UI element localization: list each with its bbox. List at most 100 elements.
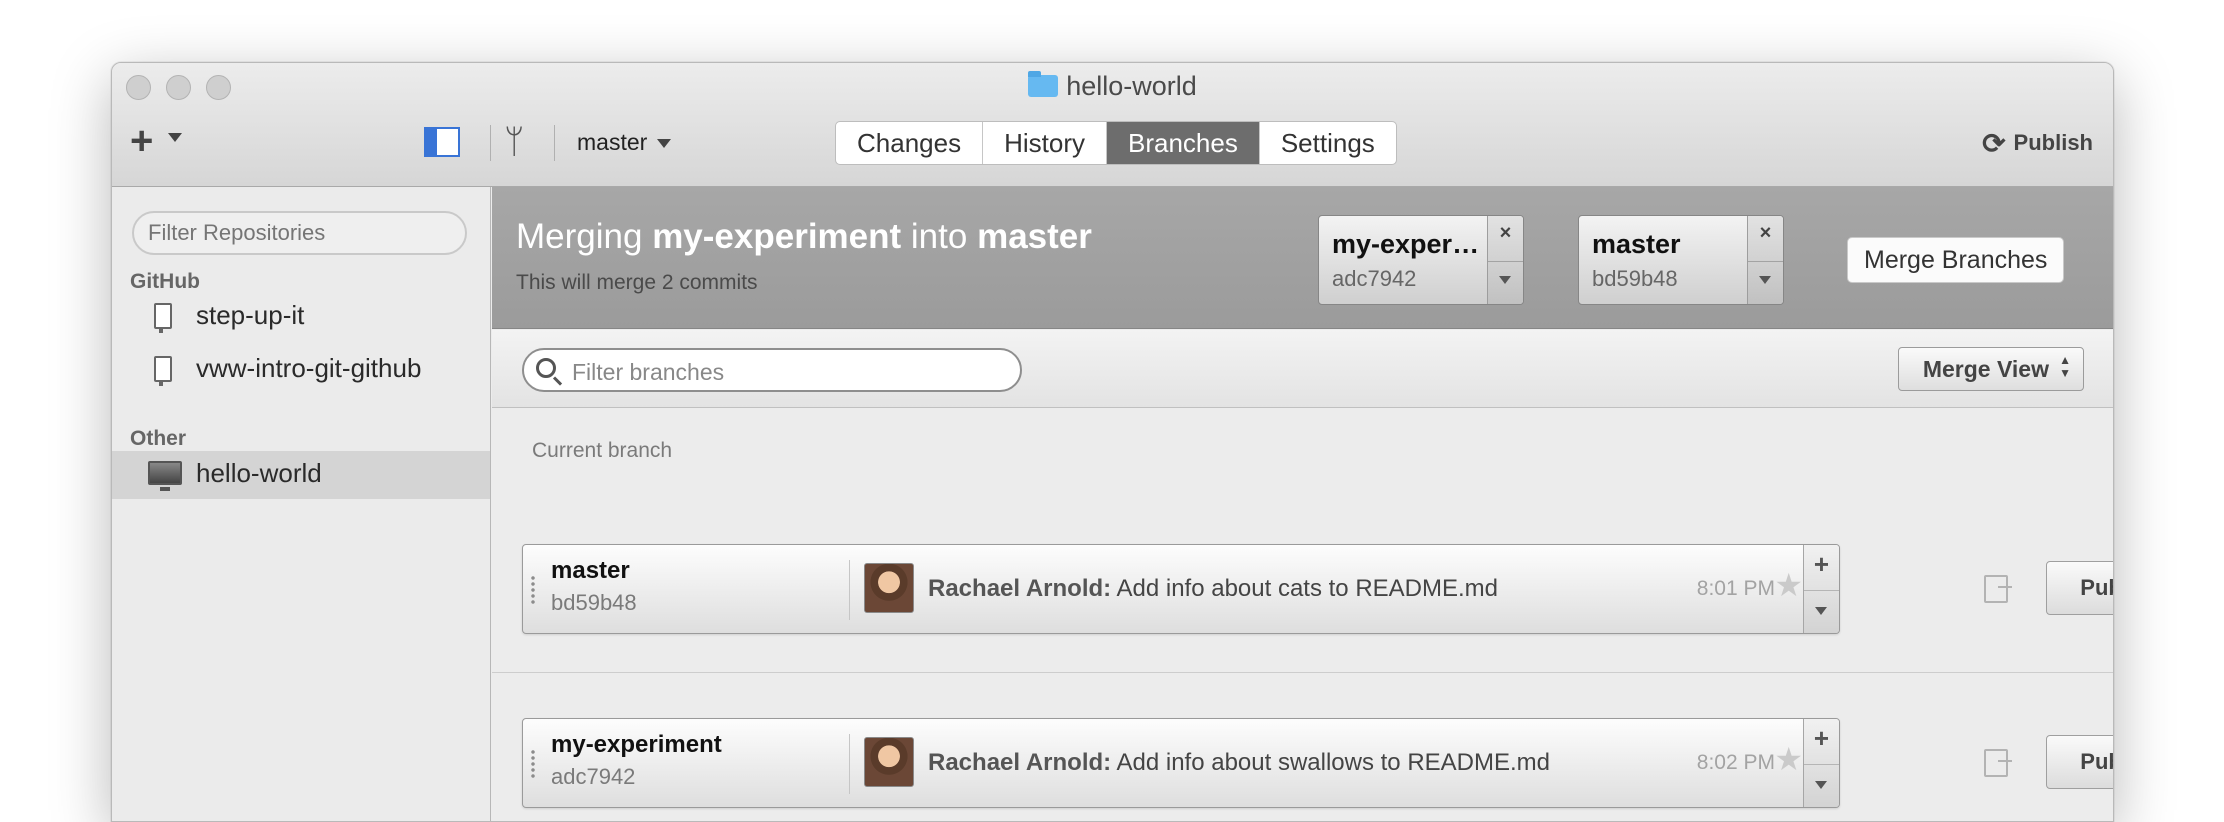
control-separator [1804,590,1839,591]
source-dropdown-icon[interactable] [1499,276,1511,284]
star-icon[interactable]: ★ [1774,743,1803,775]
branch-sha: adc7942 [551,764,636,789]
branch-row-my-experiment[interactable]: my-experiment adc7942 Rachael Arnold: Ad… [522,718,1840,808]
add-to-merge-icon[interactable]: + [1804,549,1839,580]
merge-title: Merging my-experiment into master [516,217,1092,257]
section-github: GitHub [130,270,200,293]
current-branch-label: Current branch [532,439,673,462]
star-icon[interactable]: ★ [1774,569,1803,601]
computer-icon [148,461,182,491]
section-other: Other [130,427,187,450]
folder-icon [1028,71,1059,97]
repository-label: step-up-it [196,300,305,330]
search-icon [536,358,556,378]
repository-label: hello-world [196,458,322,488]
branch-controls: + [1803,545,1839,633]
merge-view-label: Merge View [1922,356,2049,382]
add-to-merge-icon[interactable]: + [1804,723,1839,754]
filter-repositories-input[interactable] [132,211,467,255]
control-separator [1748,261,1783,262]
window-title-text: hello-world [1066,71,1197,101]
toolbar-divider [554,125,555,161]
commit-message: Add info about swallows to README.md [1116,749,1551,776]
repository-label: vww-intro-git-github [196,353,422,383]
branch-selector[interactable]: master [577,129,647,156]
sync-icon: ⟳ [1982,128,2006,159]
branch-menu-icon[interactable] [1815,781,1827,789]
merge-source-name: my-experiment [652,217,902,256]
merge-target-card[interactable]: master bd59b48 × [1578,215,1784,305]
tab-branches[interactable]: Branches [1106,122,1260,164]
avatar [864,737,914,787]
control-separator [1804,764,1839,765]
tab-changes[interactable]: Changes [836,122,984,164]
branch-divider [849,560,850,620]
branch-sha: bd59b48 [551,590,637,615]
sidebar-item-hello-world[interactable]: hello-world [112,451,490,499]
sidebar-item-step-up-it[interactable]: step-up-it [112,293,490,341]
merge-source-card-controls: × [1487,216,1523,304]
merge-target-card-controls: × [1747,216,1783,304]
commit-summary: Rachael Arnold: Add info about cats to R… [928,575,1498,603]
branches-view: Merging my-experiment into master This w… [492,187,2113,821]
merge-source-card-name: my-exper… [1332,229,1480,259]
add-repository-button[interactable]: + [130,121,153,161]
publish-master-button[interactable]: Publish [2046,561,2113,615]
avatar [864,563,914,613]
branch-controls: + [1803,719,1839,807]
control-separator [1488,261,1523,262]
add-menu-caret-icon[interactable] [168,133,182,142]
merge-source-card-sha: adc7942 [1332,266,1417,291]
drag-handle-icon[interactable] [530,749,536,779]
commit-time: 8:01 PM [1696,577,1775,600]
create-branch-icon[interactable]: ᛘ [504,123,524,162]
commit-message: Add info about cats to README.md [1116,575,1498,602]
branch-name: my-experiment [551,731,722,758]
merge-bar: Merging my-experiment into master This w… [492,187,2113,329]
merge-source-card[interactable]: my-exper… adc7942 × [1318,215,1524,305]
filter-branches-input[interactable]: Filter branches [522,348,1022,392]
merge-target-card-name: master [1592,229,1681,259]
branch-menu-icon[interactable] [1815,607,1827,615]
repository-icon [154,356,172,386]
merge-target-name: master [977,217,1092,256]
merge-target-card-sha: bd59b48 [1592,266,1678,291]
remove-target-icon[interactable]: × [1748,222,1783,245]
commit-summary: Rachael Arnold: Add info about swallows … [928,749,1550,777]
commit-author: Rachael Arnold: [928,749,1112,776]
repository-icon [154,303,172,333]
merge-branches-button[interactable]: Merge Branches [1847,237,2065,283]
titlebar: hello-world + ᛘ master Changes History B… [112,63,2113,187]
target-dropdown-icon[interactable] [1759,276,1771,284]
row-divider [492,672,2113,673]
window-title: hello-world [112,71,2113,102]
branch-selector-caret-icon[interactable] [657,139,671,148]
merge-subtitle: This will merge 2 commits [516,271,758,294]
remove-source-icon[interactable]: × [1488,222,1523,245]
toolbar-divider [490,125,491,161]
branch-name: master [551,557,630,584]
branch-row-master[interactable]: master bd59b48 Rachael Arnold: Add info … [522,544,1840,634]
compare-branch-icon[interactable] [1984,575,2012,603]
sidebar-item-vww-intro-git-github[interactable]: vww-intro-git-github [112,346,490,394]
tab-settings[interactable]: Settings [1260,122,1396,164]
filter-branches-placeholder: Filter branches [572,359,725,385]
toggle-sidebar-icon[interactable] [424,127,460,157]
toolbar-publish-label: Publish [2013,130,2093,155]
tab-history[interactable]: History [983,122,1107,164]
compare-branch-icon[interactable] [1984,749,2012,777]
up-down-arrows-icon: ▲ ▼ [2059,353,2071,380]
branch-filter-bar: Filter branches Merge View ▲ ▼ [492,330,2113,408]
publish-my-experiment-button[interactable]: Publish [2046,735,2113,789]
view-tabs: Changes History Branches Settings [835,121,1397,165]
merge-view-button[interactable]: Merge View ▲ ▼ [1897,347,2084,391]
merge-title-prefix: Merging [516,217,643,256]
toolbar-publish-button[interactable]: ⟳ Publish [1982,127,2093,160]
merge-title-middle: into [910,217,968,256]
drag-handle-icon[interactable] [530,575,536,605]
commit-time: 8:02 PM [1696,751,1775,774]
branch-divider [849,734,850,794]
commit-author: Rachael Arnold: [928,575,1112,602]
app-window: hello-world + ᛘ master Changes History B… [111,62,2114,822]
repository-sidebar: GitHub step-up-it vww-intro-git-github O… [112,187,491,821]
